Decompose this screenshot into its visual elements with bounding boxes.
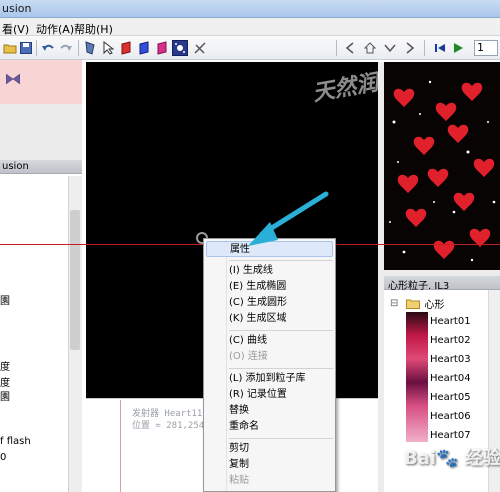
menu-separator xyxy=(229,260,333,261)
annotation-arrow-icon xyxy=(248,191,329,246)
menu-item-generate-line[interactable]: (I) 生成线 xyxy=(229,263,273,279)
toolbar-separator xyxy=(78,40,79,56)
left-panel-title: usion xyxy=(2,161,29,172)
tree-item-heart04[interactable]: Heart04 xyxy=(430,373,471,384)
open-icon[interactable] xyxy=(2,40,18,56)
menu-item-rename[interactable]: 重命名 xyxy=(229,419,259,435)
toolbar-separator xyxy=(336,40,337,56)
menu-item-replace[interactable]: 替换 xyxy=(229,403,249,419)
particle-preview xyxy=(384,62,500,270)
tree-folder-row[interactable]: ⊟ 心形 xyxy=(390,296,444,311)
collapse-icon[interactable]: ⊟ xyxy=(390,298,398,309)
save-icon[interactable] xyxy=(18,40,34,56)
menu-item-curve[interactable]: (C) 曲线 xyxy=(229,333,267,349)
menu-item-generate-ellipse[interactable]: (E) 生成椭圆 xyxy=(229,279,286,295)
pointer-tool-icon[interactable] xyxy=(100,40,116,56)
menu-item-add-to-library[interactable]: (L) 添加到粒子库 xyxy=(229,371,306,387)
menu-item-paste: 粘贴 xyxy=(229,475,249,486)
pink-emitter-icon[interactable] xyxy=(154,40,170,56)
redo-icon[interactable] xyxy=(58,40,74,56)
red-emitter-icon[interactable] xyxy=(118,40,134,56)
tree-item-heart03[interactable]: Heart03 xyxy=(430,354,471,365)
menu-item-connect: (O) 连接 xyxy=(229,351,268,362)
menu-separator xyxy=(229,368,333,369)
tree-item-heart05[interactable]: Heart05 xyxy=(430,392,471,403)
left-property-label: f flash xyxy=(0,436,31,447)
menu-gutter xyxy=(226,240,227,490)
tree-item-heart07[interactable]: Heart07 xyxy=(430,430,471,441)
menu-bar: 看(V) 动作(A) 帮助(H) xyxy=(0,18,500,36)
toolbar-separator xyxy=(36,40,37,56)
context-menu: 属性 (I) 生成线 (E) 生成椭圆 (C) 生成圆形 (K) 生成区域 (C… xyxy=(203,238,336,492)
left-panel-header: usion xyxy=(0,160,82,174)
left-property-label: 度 xyxy=(0,378,10,389)
play-icon[interactable] xyxy=(450,40,466,56)
menu-item-generate-circle[interactable]: (C) 生成圆形 xyxy=(229,295,287,311)
position-label: 位置 = 281,254 xyxy=(132,421,205,431)
transform-tool-icon[interactable] xyxy=(192,40,208,56)
nav-down-icon[interactable] xyxy=(382,40,398,56)
left-scrollbar-thumb[interactable] xyxy=(70,210,80,350)
baidu-watermark: Bai🐾 经验 xyxy=(404,448,500,469)
bow-icon xyxy=(6,73,20,85)
menu-item-record-position[interactable]: (R) 记录位置 xyxy=(229,387,287,403)
menu-item-cut[interactable]: 剪切 xyxy=(229,441,249,457)
nav-home-icon[interactable] xyxy=(362,40,378,56)
tree-item-heart01[interactable]: Heart01 xyxy=(430,316,471,327)
timeline-cursor xyxy=(120,400,121,492)
menu-help[interactable]: 帮助(H) xyxy=(74,21,113,37)
undo-icon[interactable] xyxy=(40,40,56,56)
preview-particles xyxy=(389,80,496,262)
menu-item-generate-area[interactable]: (K) 生成区域 xyxy=(229,311,287,327)
menu-action[interactable]: 动作(A) xyxy=(36,21,74,37)
left-property-label: 園 xyxy=(0,296,10,307)
window-title: usion xyxy=(2,2,32,15)
left-property-label: 度 xyxy=(0,362,10,373)
library-blank xyxy=(0,104,82,162)
select-tool-icon[interactable] xyxy=(82,40,98,56)
particles-panel-header: 心形粒子. IL3 xyxy=(384,276,500,292)
tree-item-heart06[interactable]: Heart06 xyxy=(430,411,471,422)
grid-view-icon[interactable] xyxy=(172,40,188,56)
left-property-label: 0 xyxy=(0,452,7,463)
blue-emitter-icon[interactable] xyxy=(136,40,152,56)
folder-icon xyxy=(406,299,421,309)
particle-thumbnails xyxy=(406,312,428,442)
rewind-icon[interactable] xyxy=(432,40,448,56)
frame-number-field[interactable]: 1 xyxy=(474,40,498,56)
tree-folder-label: 心形 xyxy=(424,300,445,311)
menu-item-copy[interactable]: 复制 xyxy=(229,457,249,473)
toolbar-separator xyxy=(424,40,425,56)
menu-view[interactable]: 看(V) xyxy=(2,21,29,37)
title-bar: usion xyxy=(0,0,500,18)
nav-next-icon[interactable] xyxy=(402,40,418,56)
nav-prev-icon[interactable] xyxy=(342,40,358,56)
toolbar: 1 xyxy=(0,36,500,60)
menu-separator xyxy=(229,330,333,331)
tree-item-heart02[interactable]: Heart02 xyxy=(430,335,471,346)
menu-separator xyxy=(229,438,333,439)
library-area xyxy=(0,60,82,104)
left-property-label: 園 xyxy=(0,392,10,403)
left-panel: usion 園 度 度 園 f flash 0 xyxy=(0,60,82,492)
